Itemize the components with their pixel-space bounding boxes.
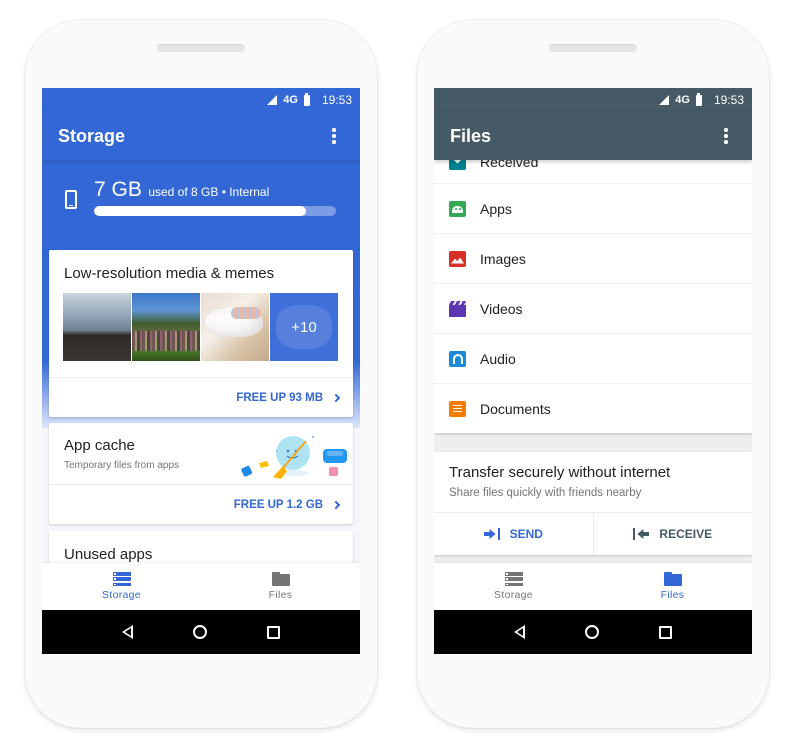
transfer-title: Transfer securely without internet — [449, 464, 671, 481]
status-bar: 4G 19:53 — [42, 88, 360, 112]
nav-files[interactable]: Files — [201, 563, 360, 610]
file-categories-list: Received Apps Images Videos Audio Docume… — [434, 140, 752, 433]
transfer-card: Transfer securely without internet Share… — [434, 452, 752, 555]
folder-icon — [271, 572, 290, 586]
phone-files: 4G 19:53 Files Received Apps Images Vide… — [417, 20, 769, 728]
clock: 19:53 — [321, 93, 352, 107]
category-label: Images — [480, 250, 526, 267]
thumbnail-cats[interactable] — [201, 293, 269, 361]
free-up-media-button[interactable]: FREE UP 93 MB — [49, 377, 353, 417]
storage-progress-bar — [94, 206, 336, 216]
category-images[interactable]: Images — [434, 233, 752, 283]
back-icon[interactable] — [122, 625, 133, 639]
home-icon[interactable] — [585, 625, 599, 639]
headphones-icon — [449, 350, 466, 367]
clock: 19:53 — [713, 93, 744, 107]
back-icon[interactable] — [514, 625, 525, 639]
chevron-right-icon — [331, 393, 341, 402]
receive-label: RECEIVE — [659, 527, 713, 541]
page-title: Files — [450, 125, 492, 146]
storage-icon — [504, 572, 523, 586]
nav-label: Storage — [102, 589, 141, 601]
category-audio[interactable]: Audio — [434, 333, 752, 383]
nav-label: Storage — [494, 589, 533, 601]
phone-speaker — [157, 44, 245, 52]
storage-used: 7 GB — [94, 178, 142, 201]
files-screen: 4G 19:53 Files Received Apps Images Vide… — [434, 88, 752, 654]
receive-arrow-icon — [633, 528, 650, 540]
category-label: Documents — [480, 400, 551, 417]
card-title: App cache — [64, 437, 135, 454]
chevron-right-icon — [331, 500, 341, 509]
bottom-navigation: Storage Files — [434, 563, 752, 610]
send-button[interactable]: SEND — [434, 513, 593, 555]
recents-icon[interactable] — [659, 625, 672, 639]
category-label: Apps — [480, 200, 512, 217]
receive-button[interactable]: RECEIVE — [592, 513, 753, 555]
free-up-cache-button[interactable]: FREE UP 1.2 GB — [49, 484, 353, 524]
low-res-media-card[interactable]: Low-resolution media & memes +10 FREE UP… — [49, 250, 353, 417]
storage-usage: 7 GB used of 8 GB • Internal — [42, 176, 360, 236]
home-icon[interactable] — [193, 625, 207, 639]
category-videos[interactable]: Videos — [434, 283, 752, 333]
storage-progress-fill — [94, 206, 306, 216]
signal-icon — [659, 95, 670, 105]
video-icon — [449, 300, 466, 317]
media-thumbnails: +10 — [63, 293, 338, 361]
category-apps[interactable]: Apps — [434, 183, 752, 233]
send-label: SEND — [509, 527, 543, 541]
category-documents[interactable]: Documents — [434, 383, 752, 433]
more-options-icon[interactable] — [324, 126, 344, 146]
thumbnail-beach[interactable] — [63, 293, 131, 361]
card-title: Low-resolution media & memes — [64, 265, 275, 282]
network-type: 4G — [283, 94, 298, 106]
signal-icon — [267, 95, 278, 105]
storage-screen: 4G 19:53 Storage 7 GB used of 8 GB • Int… — [42, 88, 360, 654]
storage-detail: used of 8 GB • Internal — [148, 185, 270, 199]
nav-storage[interactable]: Storage — [434, 563, 593, 610]
phone-speaker — [549, 44, 637, 52]
network-type: 4G — [675, 94, 690, 106]
app-cache-card[interactable]: App cache Temporary files from apps FREE… — [49, 423, 353, 524]
system-navigation-bar — [42, 610, 360, 654]
image-icon — [449, 250, 466, 267]
system-navigation-bar — [434, 610, 752, 654]
recents-icon[interactable] — [267, 625, 280, 639]
thumbnail-more[interactable]: +10 — [270, 293, 338, 361]
category-label: Videos — [480, 300, 523, 317]
more-count: +10 — [291, 318, 317, 336]
cleaning-illustration-icon — [241, 435, 347, 479]
nav-files[interactable]: Files — [593, 563, 752, 610]
phone-device-icon — [65, 190, 77, 209]
nav-storage[interactable]: Storage — [42, 563, 201, 610]
folder-icon — [663, 572, 682, 586]
free-up-media-label: FREE UP 93 MB — [236, 391, 323, 404]
card-title: Unused apps — [64, 546, 153, 563]
app-bar: Files — [434, 112, 752, 160]
phone-storage: 4G 19:53 Storage 7 GB used of 8 GB • Int… — [25, 20, 377, 728]
nav-label: Files — [268, 589, 293, 601]
nav-label: Files — [660, 589, 685, 601]
android-icon — [449, 200, 466, 217]
storage-icon — [112, 572, 131, 586]
page-title: Storage — [58, 125, 126, 146]
thumbnail-crowd[interactable] — [132, 293, 200, 361]
document-icon — [449, 400, 466, 417]
battery-icon — [303, 92, 310, 106]
card-subtitle: Temporary files from apps — [64, 460, 180, 471]
status-bar: 4G 19:53 — [434, 88, 752, 112]
battery-icon — [695, 92, 702, 106]
send-arrow-icon — [483, 528, 500, 540]
more-options-icon[interactable] — [716, 126, 736, 146]
app-bar: Storage — [42, 112, 360, 160]
transfer-subtitle: Share files quickly with friends nearby — [449, 487, 642, 499]
category-label: Audio — [480, 350, 516, 367]
free-up-cache-label: FREE UP 1.2 GB — [233, 498, 323, 511]
bottom-navigation: Storage Files — [42, 563, 360, 610]
